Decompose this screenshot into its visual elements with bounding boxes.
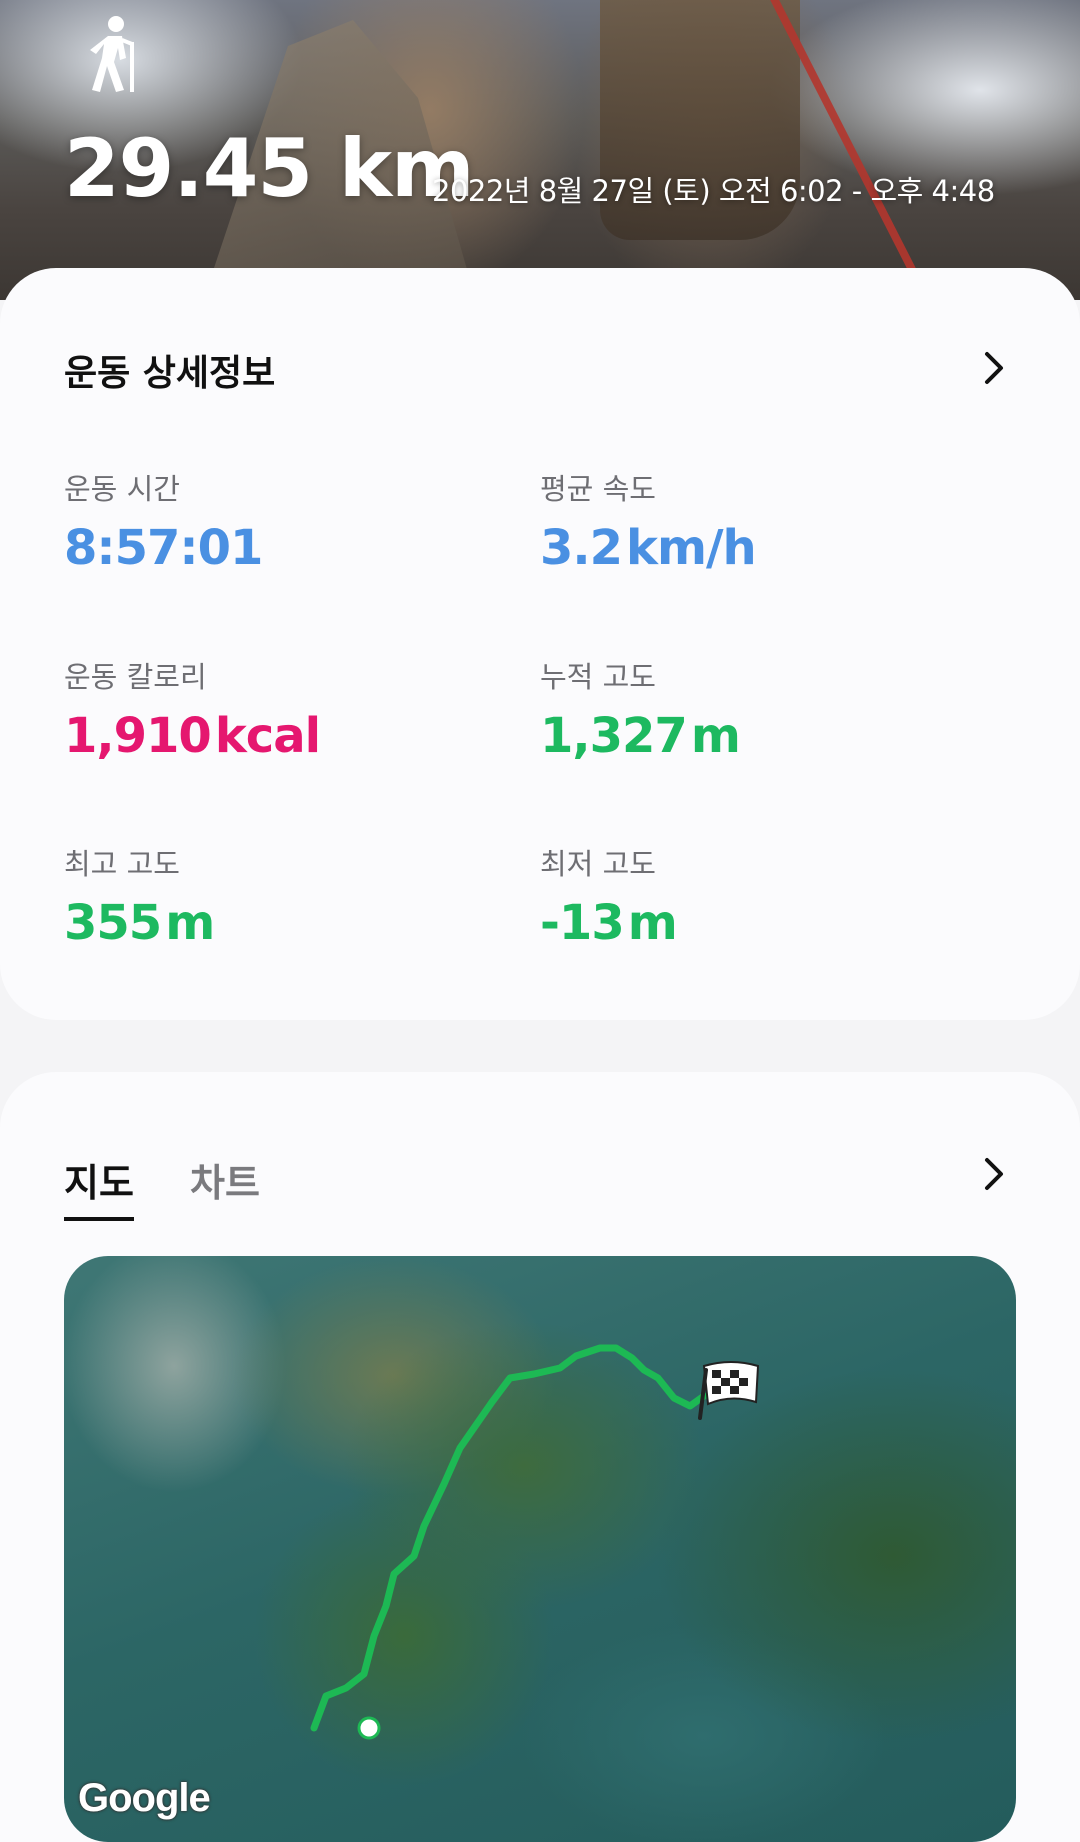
stat-value: -13m (540, 895, 678, 951)
finish-flag-icon (698, 1360, 764, 1422)
stat-value: 355m (64, 895, 215, 951)
stat-elevation-gain: 누적 고도 1,327m (540, 654, 741, 764)
stat-average-speed: 평균 속도 3.2km/h (540, 466, 757, 576)
stat-min-altitude: 최저 고도 -13m (540, 841, 678, 951)
map-card: 지도 차트 Google (0, 1072, 1080, 1842)
map-chevron-right-icon[interactable] (978, 1154, 1008, 1194)
hero-banner: 29.45 km 2022년 8월 27일 (토) 오전 6:02 - 오후 4… (0, 0, 1080, 300)
stat-value: 1,910kcal (64, 708, 321, 764)
stat-label: 누적 고도 (540, 660, 656, 694)
google-attribution: Google (78, 1776, 211, 1820)
stat-value: 8:57:01 (64, 520, 263, 576)
route-map[interactable]: Google (64, 1256, 1016, 1842)
stat-label: 최고 고도 (64, 847, 180, 881)
stat-label: 운동 시간 (64, 472, 180, 506)
workout-date-range: 2022년 8월 27일 (토) 오전 6:02 - 오후 4:48 (432, 174, 995, 208)
details-chevron-right-icon[interactable] (978, 348, 1008, 388)
total-distance: 29.45 km (64, 122, 474, 215)
stat-label: 최저 고도 (540, 847, 656, 881)
hiker-icon (78, 14, 146, 94)
stat-workout-time: 운동 시간 8:57:01 (64, 466, 266, 576)
stat-max-altitude: 최고 고도 355m (64, 841, 215, 951)
tab-map[interactable]: 지도 (64, 1152, 134, 1221)
details-title: 운동 상세정보 (64, 353, 276, 394)
start-dot (357, 1716, 381, 1740)
route-line (310, 1344, 708, 1740)
stat-label: 평균 속도 (540, 472, 656, 506)
workout-details-card[interactable]: 운동 상세정보 운동 시간 8:57:01 평균 속도 3.2km/h 운동 칼… (0, 268, 1080, 1020)
stat-value: 1,327m (540, 708, 741, 764)
stat-calories: 운동 칼로리 1,910kcal (64, 654, 321, 764)
tab-chart[interactable]: 차트 (190, 1152, 260, 1207)
stat-label: 운동 칼로리 (64, 660, 207, 694)
stat-value: 3.2km/h (540, 520, 757, 576)
